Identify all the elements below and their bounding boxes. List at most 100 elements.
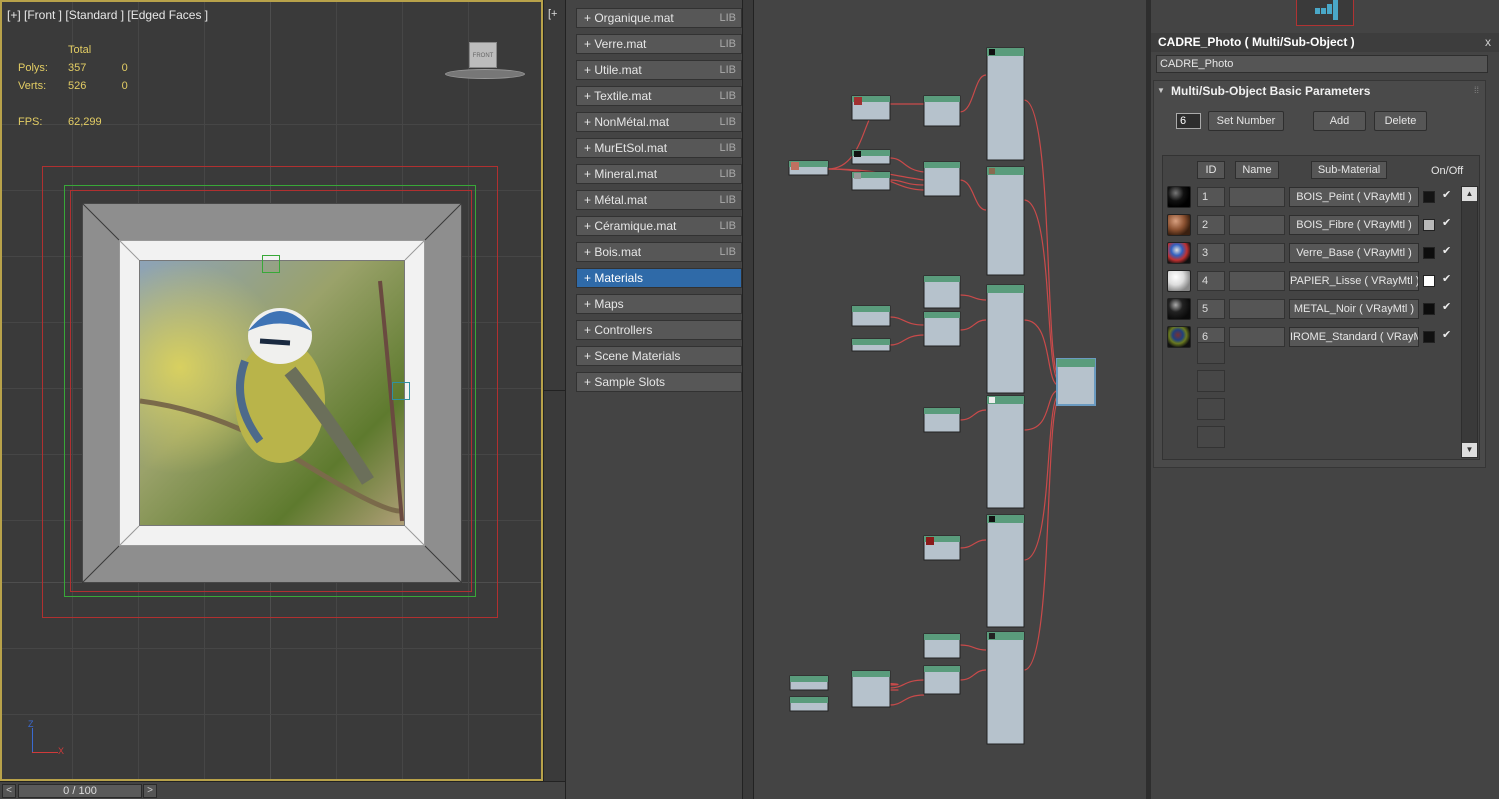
photo-bird-image[interactable] bbox=[139, 260, 405, 526]
viewcube[interactable]: FRONT bbox=[445, 42, 525, 82]
sub-material-id[interactable]: 1 bbox=[1197, 187, 1225, 207]
sub-material-button[interactable]: Verre_Base ( VRayMtl ) bbox=[1289, 243, 1419, 263]
material-name-field[interactable]: CADRE_Photo bbox=[1156, 55, 1488, 73]
axis-x-label: X bbox=[58, 746, 65, 756]
sub-material-button[interactable]: IROME_Standard ( VRayMtl ) bbox=[1289, 327, 1419, 347]
rollout-grip-icon: ⁞⁞ bbox=[1473, 85, 1479, 95]
color-swatch[interactable] bbox=[1423, 219, 1435, 231]
material-preview-thumb[interactable] bbox=[1167, 270, 1191, 292]
library-tag: LIB bbox=[719, 116, 736, 128]
color-swatch[interactable] bbox=[1423, 303, 1435, 315]
delete-button[interactable]: Delete bbox=[1374, 111, 1427, 131]
column-submaterial-header[interactable]: Sub-Material bbox=[1311, 161, 1387, 179]
library-item[interactable]: + Textile.mat LIB bbox=[576, 86, 742, 106]
color-swatch[interactable] bbox=[1423, 247, 1435, 259]
polys-label: Polys: bbox=[18, 62, 48, 74]
color-swatch[interactable] bbox=[1423, 191, 1435, 203]
timeline-next-button[interactable]: > bbox=[143, 784, 157, 798]
add-button[interactable]: Add bbox=[1313, 111, 1366, 131]
set-number-button[interactable]: Set Number bbox=[1208, 111, 1284, 131]
material-preview-thumb[interactable] bbox=[1167, 242, 1191, 264]
sub-material-button[interactable]: BOIS_Peint ( VRayMtl ) bbox=[1289, 187, 1419, 207]
library-tag: LIB bbox=[719, 194, 736, 206]
color-swatch[interactable] bbox=[1423, 331, 1435, 343]
panel-splitter[interactable] bbox=[742, 0, 754, 799]
sub-material-name-field[interactable] bbox=[1229, 327, 1285, 347]
sub-material-id[interactable]: 3 bbox=[1197, 243, 1225, 263]
library-item-label: + Métal.mat bbox=[584, 193, 648, 207]
material-preview-thumb[interactable] bbox=[1167, 298, 1191, 320]
sub-material-name-field[interactable] bbox=[1229, 299, 1285, 319]
viewcube-front-face[interactable]: FRONT bbox=[469, 42, 497, 68]
library-item-label: + Maps bbox=[584, 297, 624, 311]
library-item-label: + Utile.mat bbox=[584, 63, 642, 77]
library-item[interactable]: + Controllers bbox=[576, 320, 742, 340]
fps-label: FPS: bbox=[18, 116, 43, 128]
sub-material-name-field[interactable] bbox=[1229, 187, 1285, 207]
library-item[interactable]: + Céramique.mat LIB bbox=[576, 216, 742, 236]
sub-material-name-field[interactable] bbox=[1229, 215, 1285, 235]
slate-node-view[interactable] bbox=[754, 0, 1146, 799]
sub-material-id[interactable]: 2 bbox=[1197, 215, 1225, 235]
library-item[interactable]: + Organique.mat LIB bbox=[576, 8, 742, 28]
timeline-prev-button[interactable]: < bbox=[2, 784, 16, 798]
on-off-checkbox[interactable]: ✔ bbox=[1442, 272, 1451, 285]
viewcube-compass-ring[interactable] bbox=[445, 69, 525, 79]
close-icon[interactable]: x bbox=[1485, 33, 1491, 52]
library-item[interactable]: + Utile.mat LIB bbox=[576, 60, 742, 80]
library-item[interactable]: + Métal.mat LIB bbox=[576, 190, 742, 210]
library-item[interactable]: + Materials bbox=[576, 268, 742, 288]
time-slider[interactable]: 0 / 100 bbox=[18, 784, 142, 798]
node-swatches bbox=[791, 49, 995, 639]
sub-material-id[interactable]: 4 bbox=[1197, 271, 1225, 291]
column-name-header[interactable]: Name bbox=[1235, 161, 1279, 179]
gizmo-handle-right[interactable] bbox=[392, 382, 410, 400]
library-item-label: + Céramique.mat bbox=[584, 219, 677, 233]
sub-material-count-input[interactable]: 6 bbox=[1176, 113, 1201, 129]
rollout-title[interactable]: Multi/Sub-Object Basic Parameters bbox=[1171, 84, 1370, 98]
on-off-checkbox[interactable]: ✔ bbox=[1442, 328, 1451, 341]
front-viewport[interactable]: [+] [Front ] [Standard ] [Edged Faces ] … bbox=[0, 0, 543, 781]
secondary-viewport[interactable]: [+ bbox=[543, 0, 566, 781]
library-item[interactable]: + Verre.mat LIB bbox=[576, 34, 742, 54]
secondary-viewport-label[interactable]: [+ bbox=[548, 8, 557, 20]
library-item-label: + Sample Slots bbox=[584, 375, 666, 389]
library-item[interactable]: + NonMétal.mat LIB bbox=[576, 112, 742, 132]
column-id-header[interactable]: ID bbox=[1197, 161, 1225, 179]
scroll-down-icon[interactable]: ▼ bbox=[1462, 443, 1477, 457]
material-preview-thumb[interactable] bbox=[1167, 326, 1191, 348]
on-off-checkbox[interactable]: ✔ bbox=[1442, 300, 1451, 313]
library-item[interactable]: + Maps bbox=[576, 294, 742, 314]
sub-material-name-field[interactable] bbox=[1229, 271, 1285, 291]
library-item[interactable]: + MurEtSol.mat LIB bbox=[576, 138, 742, 158]
on-off-checkbox[interactable]: ✔ bbox=[1442, 244, 1451, 257]
library-item[interactable]: + Mineral.mat LIB bbox=[576, 164, 742, 184]
library-item-label: + Controllers bbox=[584, 323, 653, 337]
sub-material-button[interactable]: METAL_Noir ( VRayMtl ) bbox=[1289, 299, 1419, 319]
material-title-bar: CADRE_Photo ( Multi/Sub-Object ) x bbox=[1151, 33, 1499, 52]
gizmo-handle-top[interactable] bbox=[262, 255, 280, 273]
sub-material-id[interactable]: 5 bbox=[1197, 299, 1225, 319]
library-item[interactable]: + Bois.mat LIB bbox=[576, 242, 742, 262]
sub-material-button[interactable]: BOIS_Fibre ( VRayMtl ) bbox=[1289, 215, 1419, 235]
navigator-minimap[interactable] bbox=[1296, 0, 1354, 26]
library-tag: LIB bbox=[719, 246, 736, 258]
library-tag: LIB bbox=[719, 142, 736, 154]
on-off-checkbox[interactable]: ✔ bbox=[1442, 188, 1451, 201]
scroll-up-icon[interactable]: ▲ bbox=[1462, 187, 1477, 201]
sub-material-button[interactable]: PAPIER_Lisse ( VRayMtl ) bbox=[1289, 271, 1419, 291]
material-preview-thumb[interactable] bbox=[1167, 186, 1191, 208]
library-item-label: + Mineral.mat bbox=[584, 167, 658, 181]
list-scrollbar[interactable]: ▲ ▼ bbox=[1461, 186, 1478, 458]
viewport-label[interactable]: [+] [Front ] [Standard ] [Edged Faces ] bbox=[7, 8, 208, 22]
material-preview-thumb[interactable] bbox=[1167, 214, 1191, 236]
stats-total-header: Total bbox=[67, 44, 92, 56]
on-off-checkbox[interactable]: ✔ bbox=[1442, 216, 1451, 229]
library-item[interactable]: + Scene Materials bbox=[576, 346, 742, 366]
sub-material-name-field[interactable] bbox=[1229, 243, 1285, 263]
library-tag: LIB bbox=[719, 90, 736, 102]
library-item[interactable]: + Sample Slots bbox=[576, 372, 742, 392]
rollout-collapse-icon[interactable]: ▼ bbox=[1157, 86, 1165, 95]
polys-selected: 0 bbox=[121, 62, 128, 74]
color-swatch[interactable] bbox=[1423, 275, 1435, 287]
